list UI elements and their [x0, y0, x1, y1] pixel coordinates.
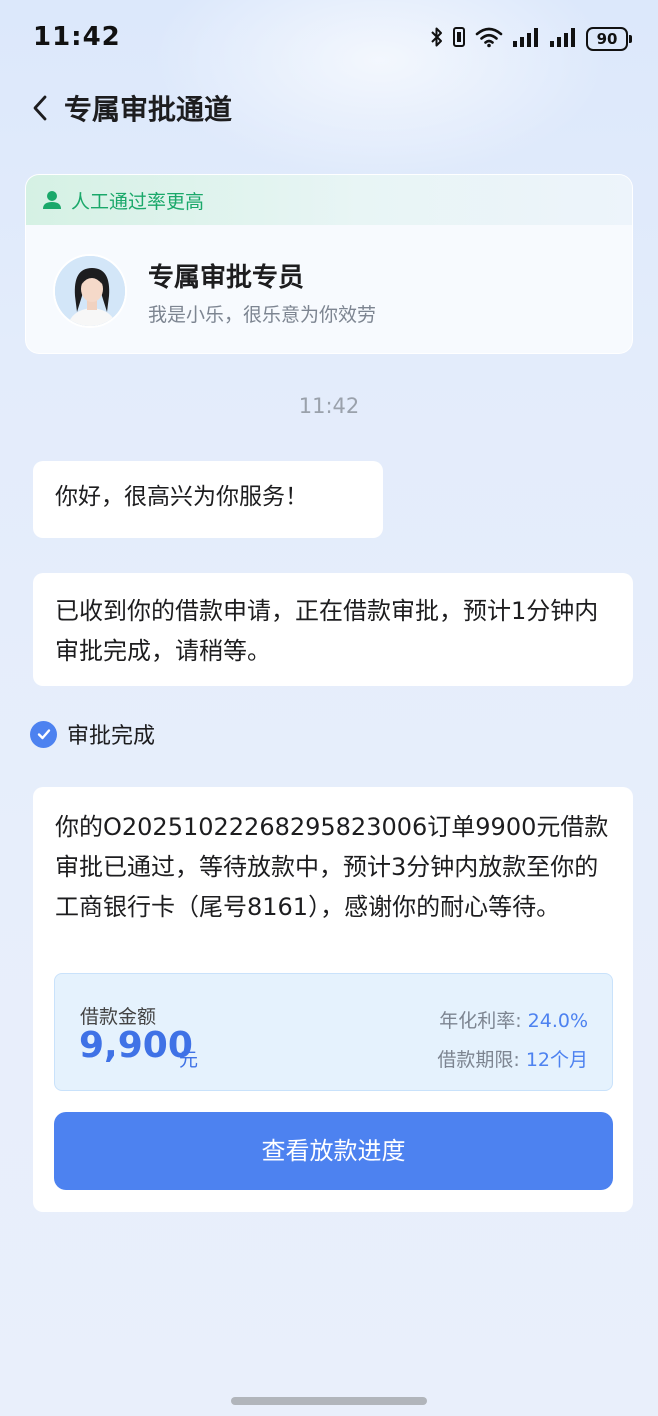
approval-status-label: 审批完成 — [67, 724, 156, 749]
battery-level: 90 — [596, 30, 618, 48]
signal-icon — [549, 26, 577, 52]
interest-rate-value: 24.0% — [527, 1010, 588, 1032]
approval-status: 审批完成 — [30, 718, 155, 750]
agent-name: 专属审批专员 — [148, 263, 305, 293]
agent-card: 人工通过率更高 专属审批专员 我是小乐，很乐意为你效劳 — [25, 174, 633, 354]
wifi-icon — [475, 26, 503, 52]
loan-amount-unit: 元 — [179, 1049, 199, 1071]
signal-icon — [512, 26, 540, 52]
status-icons: 90 — [431, 26, 632, 52]
status-bar: 11:42 90 — [0, 0, 658, 76]
pass-rate-banner: 人工通过率更高 — [26, 175, 632, 225]
bluetooth-icon — [431, 26, 443, 52]
home-indicator[interactable] — [231, 1397, 427, 1405]
check-icon — [30, 720, 57, 748]
chat-message: 已收到你的借款申请，正在借款审批，预计1分钟内审批完成，请稍等。 — [33, 573, 633, 686]
agent-greeting: 我是小乐，很乐意为你效劳 — [148, 304, 377, 326]
interest-rate-row: 年化利率: 24.0% — [439, 1001, 588, 1041]
loan-term-row: 借款期限: 12个月 — [437, 1040, 588, 1080]
approval-message: 你的O20251022268295823006订单9900元借款审批已通过，等待… — [33, 787, 633, 1212]
interest-rate-label: 年化利率: — [439, 1010, 522, 1032]
view-progress-button[interactable]: 查看放款进度 — [54, 1112, 613, 1190]
status-time: 11:42 — [33, 22, 121, 52]
avatar — [53, 254, 127, 328]
loan-term-label: 借款期限: — [437, 1049, 520, 1071]
chevron-left-icon — [33, 95, 47, 121]
chat-message-text: 你的O20251022268295823006订单9900元借款审批已通过，等待… — [55, 813, 609, 921]
page-title: 专属审批通道 — [64, 93, 233, 126]
chat-message-text: 已收到你的借款申请，正在借款审批，预计1分钟内审批完成，请稍等。 — [55, 597, 599, 665]
loan-summary: 借款金额 9,900 元 年化利率: 24.0% 借款期限: 12个月 — [54, 973, 613, 1091]
user-icon — [43, 191, 61, 209]
chat-message-text: 你好，很高兴为你服务！ — [55, 484, 308, 510]
chat-message: 你好，很高兴为你服务！ — [33, 461, 383, 538]
agent-info: 专属审批专员 我是小乐，很乐意为你效劳 — [26, 225, 632, 353]
vibrate-icon — [452, 26, 466, 52]
chat-timestamp: 11:42 — [298, 394, 360, 418]
loan-amount: 9,900 — [79, 1025, 193, 1066]
loan-term-value: 12个月 — [525, 1049, 588, 1071]
back-button[interactable] — [22, 90, 58, 126]
pass-rate-label: 人工通过率更高 — [71, 190, 205, 213]
header: 专属审批通道 — [0, 80, 658, 136]
battery-icon: 90 — [586, 27, 632, 51]
